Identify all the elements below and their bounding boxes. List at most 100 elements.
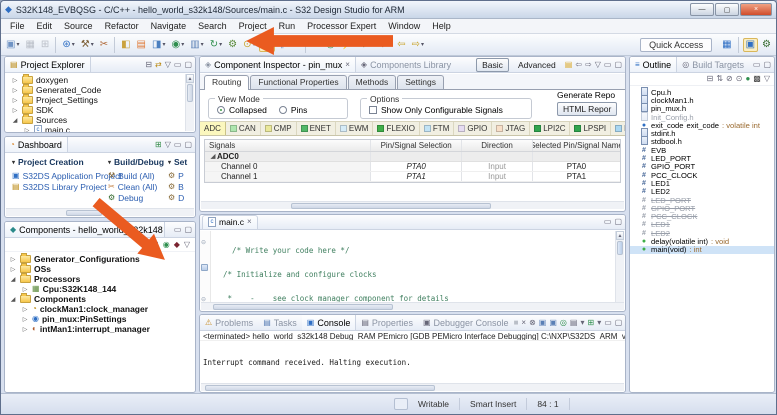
tree-item-generator-configurations[interactable]: ▷Generator_Configurations xyxy=(9,254,195,264)
dashboard-section-settings[interactable]: ▾Set xyxy=(168,157,196,167)
custom-filters-icon[interactable]: ▩ xyxy=(753,75,761,83)
pin-report-icon[interactable]: ▤ xyxy=(565,61,573,69)
minimize-view-icon[interactable]: ▭ xyxy=(753,61,761,69)
expander-icon[interactable]: ▷ xyxy=(11,77,19,84)
peripheral-tab-gpio[interactable]: GPIO xyxy=(454,122,492,135)
peripheral-tab-enet[interactable]: ENET xyxy=(297,122,336,135)
tab-problems[interactable]: ⚠Problems xyxy=(200,315,258,330)
show-only-configurable-checkbox[interactable] xyxy=(369,106,377,114)
pins-radio-label[interactable]: Pins xyxy=(291,105,308,115)
expander-icon[interactable]: ◢ xyxy=(9,276,17,283)
minimize-view-icon[interactable]: ▭ xyxy=(604,61,612,69)
maximize-view-icon[interactable]: ▢ xyxy=(184,61,192,69)
section-collapse-icon[interactable]: ▾ xyxy=(108,159,111,166)
scroll-thumb[interactable] xyxy=(291,203,491,209)
expander-icon[interactable]: ▷ xyxy=(23,127,31,134)
new-c-file-button[interactable]: ▥▾ xyxy=(188,39,205,51)
terminate-icon[interactable]: ■ xyxy=(514,319,519,327)
clean-button[interactable]: ✂ xyxy=(98,39,110,51)
explorer-scrollbar[interactable]: ▲ xyxy=(185,74,194,131)
menu-processor-expert[interactable]: Processor Expert xyxy=(302,20,381,32)
expander-icon[interactable]: ▷ xyxy=(11,107,19,114)
peripheral-tab-lpspi[interactable]: LPSPI xyxy=(570,122,611,135)
menu-help[interactable]: Help xyxy=(427,20,456,32)
expander-icon[interactable]: ▷ xyxy=(9,266,17,273)
tree-item-project-settings[interactable]: ▷Project_Settings xyxy=(11,95,195,105)
minimize-view-icon[interactable]: ▭ xyxy=(174,226,182,234)
menu-run[interactable]: Run xyxy=(274,20,301,32)
column-header-direction[interactable]: Direction xyxy=(462,140,533,151)
menu-file[interactable]: File xyxy=(5,20,30,32)
dropdown-arrow-icon[interactable]: ▾ xyxy=(162,41,165,48)
peripheral-tab-adc[interactable]: ADC xyxy=(200,122,226,135)
dropdown-arrow-icon[interactable]: ▾ xyxy=(201,41,204,48)
table-row-channel-1[interactable]: Channel 1 PTA1 Input PTA1 xyxy=(205,172,620,182)
tree-item-main-c[interactable]: ▷cmain.c xyxy=(11,125,195,133)
editor-v-scrollbar[interactable]: ▲ xyxy=(615,231,624,302)
scroll-up-icon[interactable]: ▲ xyxy=(616,231,624,240)
update-code-button[interactable]: ↻▾ xyxy=(208,39,224,51)
new-folder-button[interactable]: ◧ xyxy=(119,39,132,51)
tab-console[interactable]: ▣Console xyxy=(302,315,357,330)
cpp-perspective-button[interactable]: ▣ xyxy=(743,38,758,52)
pin-selection-cell[interactable]: PTA1 xyxy=(371,172,462,181)
expander-icon[interactable]: ▷ xyxy=(11,97,19,104)
dropdown-arrow-icon[interactable]: ▾ xyxy=(16,41,19,48)
close-tab-icon[interactable]: × xyxy=(345,61,350,69)
window-close-button[interactable]: × xyxy=(740,3,772,16)
tab-build-targets[interactable]: ◎ Build Targets xyxy=(677,57,749,72)
inspector-tab-functional-properties[interactable]: Functional Properties xyxy=(250,75,346,89)
dashboard-link-library-project[interactable]: ▤S32DS Library Project xyxy=(12,181,104,192)
scroll-thumb[interactable] xyxy=(617,241,623,255)
peripheral-tab-can[interactable]: CAN xyxy=(226,122,261,135)
collapse-all-icon[interactable]: ⊟ xyxy=(145,61,152,69)
quick-access-button[interactable]: Quick Access xyxy=(640,38,712,52)
maximize-view-icon[interactable]: ▢ xyxy=(184,226,192,234)
save-button[interactable]: ▦ xyxy=(23,39,36,51)
peripheral-tab-ftm[interactable]: FTM xyxy=(420,122,454,135)
expander-icon[interactable]: ▷ xyxy=(21,316,29,323)
menu-search[interactable]: Search xyxy=(193,20,232,32)
tab-properties[interactable]: ▤Properties xyxy=(356,315,418,330)
tree-item-clockman1[interactable]: ▷◔clockMan1:clock_manager xyxy=(9,304,195,314)
inspector-tab-routing[interactable]: Routing xyxy=(204,75,249,90)
window-minimize-button[interactable]: — xyxy=(690,3,714,16)
remove-launch-icon[interactable]: × xyxy=(521,319,526,327)
minimize-view-icon[interactable]: ▭ xyxy=(174,141,182,149)
forward-button[interactable]: ⇨▾ xyxy=(410,39,426,51)
window-maximize-button[interactable]: ▢ xyxy=(715,3,739,16)
column-header-pin-signal-selection[interactable]: Pin/Signal Selection xyxy=(371,140,462,151)
column-header-selected-pin-signal-name[interactable]: Selected Pin/Signal Name xyxy=(533,140,620,151)
advanced-button[interactable]: Advanced xyxy=(512,58,562,72)
inspector-tab-methods[interactable]: Methods xyxy=(348,75,397,89)
build-config-button[interactable]: ⊛▾ xyxy=(60,39,76,51)
collapse-all-icon[interactable]: ⊟ xyxy=(707,75,714,83)
dashboard-section-build-debug[interactable]: ▾Build/Debug xyxy=(108,157,164,167)
maximize-view-icon[interactable]: ▢ xyxy=(615,319,623,327)
outline-item-function-main[interactable]: ●main(void) : int xyxy=(630,246,774,254)
tab-components-library[interactable]: ◈ Components Library xyxy=(356,57,456,72)
tree-item-doxygen[interactable]: ▷doxygen xyxy=(11,75,195,85)
menu-source[interactable]: Source xyxy=(59,20,98,32)
tree-item-pin-mux[interactable]: ▷◉pin_mux:PinSettings xyxy=(9,314,195,324)
basic-button[interactable]: Basic xyxy=(476,58,509,72)
view-menu-icon[interactable]: ▽ xyxy=(165,61,171,69)
peripheral-tab-cmp[interactable]: CMP xyxy=(261,122,297,135)
tab-debugger-console[interactable]: ▣Debugger Console xyxy=(418,315,514,330)
dashboard-link-clean-all[interactable]: ✂Clean (All) xyxy=(108,181,164,192)
peripheral-tab-jtag[interactable]: JTAG xyxy=(492,122,530,135)
editor-tab-main-c[interactable]: c main.c × xyxy=(202,215,258,229)
dashboard-link-settings-3[interactable]: ⚙D xyxy=(168,192,196,203)
component-palette-button[interactable]: ▤ xyxy=(135,39,148,51)
editor-h-scrollbar[interactable] xyxy=(201,302,624,310)
expander-icon[interactable]: ◢ xyxy=(209,153,217,160)
menu-project[interactable]: Project xyxy=(234,20,272,32)
tree-item-cpu[interactable]: ▷▦Cpu:S32K148_144 xyxy=(9,284,195,294)
expander-icon[interactable]: ▷ xyxy=(21,306,29,313)
show-only-configurable-label[interactable]: Show Only Configurable Signals xyxy=(381,105,503,115)
word-wrap-icon[interactable]: ▣ xyxy=(549,319,557,327)
pin-console-icon[interactable]: ◎ xyxy=(560,319,567,327)
link-with-editor-icon[interactable]: ⇄ xyxy=(155,61,162,69)
maximize-view-icon[interactable]: ▢ xyxy=(763,61,771,69)
tab-component-inspector[interactable]: ◈ Component Inspector - pin_mux × xyxy=(200,57,356,72)
